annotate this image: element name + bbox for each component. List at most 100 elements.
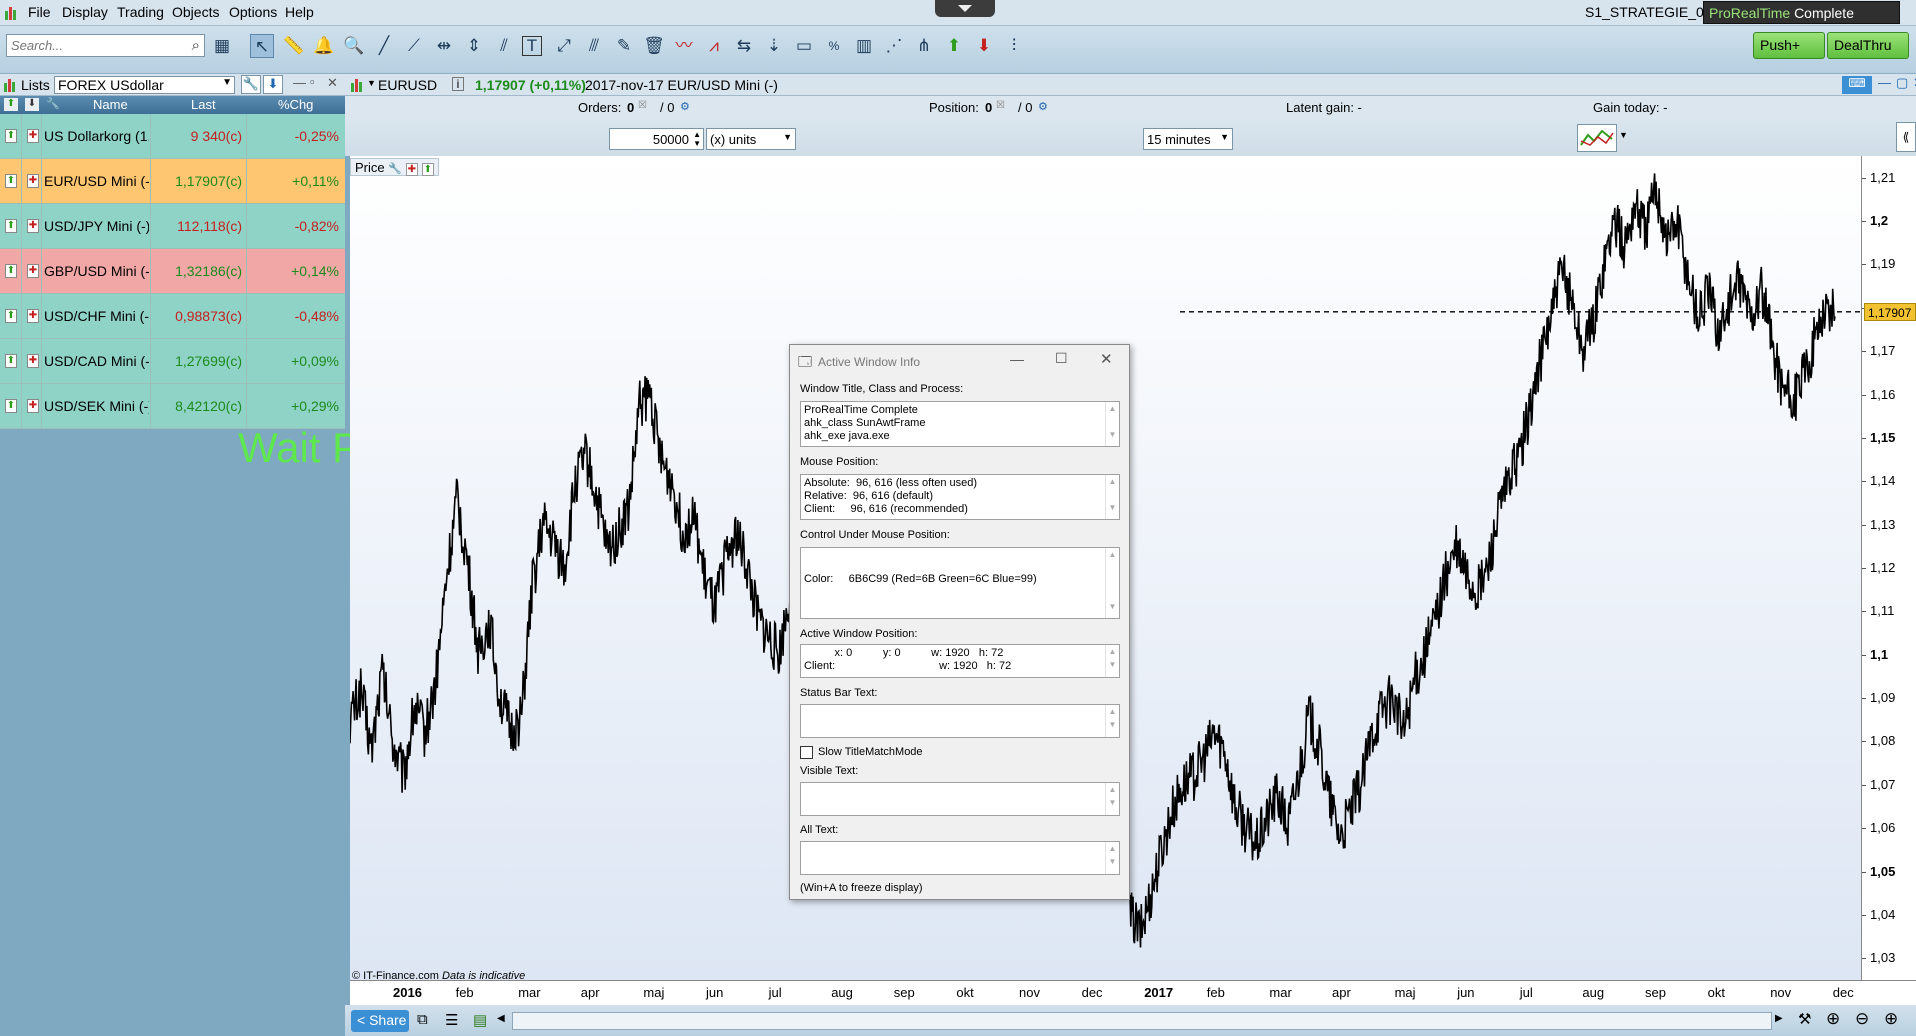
chart-symbol[interactable]: EURUSD [378, 77, 437, 93]
timeframe-select[interactable]: 15 minutes ▼ [1143, 128, 1233, 150]
position-settings-icon[interactable]: ⚙ [1038, 100, 1048, 113]
timeframe-chevron-icon[interactable]: ▼ [1220, 132, 1229, 142]
fork-tool-icon[interactable]: ⋔ [912, 34, 936, 58]
menu-help[interactable]: Help [285, 4, 314, 20]
sell-icon[interactable]: ✚ [27, 264, 39, 278]
sell-icon[interactable]: ✚ [27, 399, 39, 413]
text-tool-icon[interactable]: T [522, 36, 542, 56]
percent-tool-icon[interactable]: % [822, 34, 846, 58]
chart-scrollbar[interactable] [512, 1012, 1772, 1030]
scroll-arrows-icon[interactable]: ▲ ▼ [1105, 783, 1119, 815]
push-button[interactable]: Push+ [1753, 32, 1825, 59]
list-view-icon[interactable]: ☰ [445, 1011, 458, 1029]
trendline-set-icon[interactable]: ⫶ [1002, 34, 1026, 58]
ruler-tool-icon[interactable]: 📏 [282, 34, 306, 58]
buy-icon[interactable]: ⬆ [5, 129, 17, 143]
list-row[interactable]: ⬆ ✚ US Dollarkorg (1... 9 340(c) -0,25% [0, 114, 345, 159]
minimize-icon[interactable]: — [293, 75, 306, 90]
buy-arrow-icon[interactable]: ⬆ [942, 34, 966, 58]
scroll-arrows-icon[interactable]: ▲ ▼ [1105, 705, 1119, 737]
menu-trading[interactable]: Trading [117, 4, 164, 20]
rectangle-tool-icon[interactable]: ▭ [792, 34, 816, 58]
column-chg[interactable]: %Chg [278, 97, 313, 112]
list-row[interactable]: ⬆ ✚ USD/SEK Mini (-) 8,42120(c) +0,29% [0, 384, 345, 429]
sell-icon[interactable]: ✚ [27, 174, 39, 188]
time-axis[interactable]: 2016 feb mar apr maj jun jul aug sep okt nov dec 201… [350, 980, 1916, 1005]
buy-icon[interactable]: ⬆ [5, 309, 17, 323]
regression-tool-icon[interactable]: ⋰ [882, 34, 906, 58]
menu-objects[interactable]: Objects [172, 4, 219, 20]
eraser-tool-icon[interactable]: ✎ [612, 34, 636, 58]
wave-tool-icon[interactable]: ⩘ [702, 34, 726, 58]
list-row[interactable]: ⬆ ✚ USD/CHF Mini (-) 0,98873(c) -0,48% [0, 294, 345, 339]
channel-tool-icon[interactable]: ⫽ [492, 34, 516, 58]
screener-icon[interactable]: ▦ [210, 34, 234, 58]
menu-options[interactable]: Options [229, 4, 277, 20]
sell-icon[interactable]: ✚ [27, 129, 39, 143]
scroll-arrows-icon[interactable]: ▲ ▼ [1105, 548, 1119, 618]
sell-icon[interactable]: ✚ [27, 309, 39, 323]
maximize-chart-icon[interactable]: ▢ [1896, 75, 1908, 91]
chart-type-chevron-icon[interactable]: ▼ [1619, 130, 1628, 140]
buy-icon[interactable]: ⬆ [5, 219, 17, 233]
measure-tool-icon[interactable]: ⇆ [732, 34, 756, 58]
list-row[interactable]: ⬆ ✚ EUR/USD Mini (-) 1,17907(c) +0,11% [0, 159, 345, 204]
zoom-fit-icon[interactable]: ⊕ [1826, 1009, 1840, 1029]
fibonacci-fan-icon[interactable]: ⫻ [582, 34, 606, 58]
units-select[interactable]: (x) units ▼ [706, 128, 796, 150]
zoom-out-icon[interactable]: ⊖ [1855, 1009, 1869, 1029]
mouse-position-textbox[interactable]: Absolute: 96, 616 (less often used) Rela… [800, 474, 1120, 520]
scroll-arrows-icon[interactable]: ▲ ▼ [1105, 842, 1119, 874]
scroll-right-icon[interactable]: ▶ [1775, 1013, 1783, 1024]
buy-icon[interactable]: ⬆ [5, 264, 17, 278]
vertical-line-icon[interactable]: ⇕ [462, 34, 486, 58]
status-bar-textbox[interactable]: ▲ ▼ [800, 704, 1120, 738]
scroll-arrows-icon[interactable]: ▲ ▼ [1105, 402, 1119, 446]
indicator-icon[interactable]: ⧉ [417, 1011, 428, 1028]
list-row[interactable]: ⬆ ✚ USD/JPY Mini (-) 112,118(c) -0,82% [0, 204, 345, 249]
sell-icon[interactable]: ✚ [27, 354, 39, 368]
window-position-textbox[interactable]: x: 0 y: 0 w: 1920 h: 72 Client: w: 1920 … [800, 644, 1120, 678]
visible-text-textbox[interactable]: ▲ ▼ [800, 782, 1120, 816]
scroll-arrows-icon[interactable]: ▲ ▼ [1105, 645, 1119, 677]
scroll-left-icon[interactable]: ◀ [497, 1013, 505, 1024]
keyboard-icon[interactable]: ⌨ [1842, 76, 1872, 94]
units-chevron-icon[interactable]: ▼ [783, 132, 792, 142]
restore-icon[interactable]: ▫ [310, 74, 315, 89]
search-icon[interactable]: ⌕ [192, 37, 200, 54]
dialog-minimize-icon[interactable]: — [1010, 351, 1024, 367]
sell-arrow-icon[interactable]: ⬇ [972, 34, 996, 58]
list-row[interactable]: ⬆ ✚ USD/CAD Mini (-) 1,27699(c) +0,09% [0, 339, 345, 384]
download-arrow-icon[interactable]: ⬇ [263, 75, 283, 94]
buy-icon[interactable]: ⬆ [5, 174, 17, 188]
list-selector[interactable]: FOREX USdollar ▼ [54, 76, 235, 94]
search-input[interactable] [7, 35, 177, 56]
chevron-down-icon[interactable]: ▼ [222, 77, 232, 88]
pattern-tool-icon[interactable]: 〰 [672, 34, 696, 58]
segment-tool-icon[interactable]: ╱ [372, 34, 396, 58]
arrow-tool-icon[interactable]: ⤢ [552, 34, 576, 58]
zoom-in-icon[interactable]: ⊕ [1884, 1009, 1898, 1029]
scroll-arrows-icon[interactable]: ▲ ▼ [1105, 475, 1119, 519]
line-tool-icon[interactable]: ⟋ [402, 34, 426, 58]
column-name[interactable]: Name [93, 97, 128, 112]
minimize-chart-icon[interactable]: — [1878, 75, 1891, 90]
orders-close-icon[interactable]: ☒ [638, 100, 647, 111]
add-down-icon[interactable]: ⬇ [25, 98, 39, 111]
stepper-arrows-icon[interactable]: ▲ ▼ [693, 130, 701, 148]
side-panel-icon[interactable]: ⟪ [1896, 122, 1916, 152]
price-axis[interactable]: 1,211,21,191,181,171,161,151,141,131,121… [1861, 156, 1916, 980]
buy-icon[interactable]: ⬆ [5, 399, 17, 413]
menu-display[interactable]: Display [62, 4, 108, 20]
orders-settings-icon[interactable]: ⚙ [680, 100, 690, 113]
dialog-close-icon[interactable]: ✕ [1100, 350, 1113, 368]
buy-icon[interactable]: ⬆ [5, 354, 17, 368]
list-row[interactable]: ⬆ ✚ GBP/USD Mini (-) 1,32186(c) +0,14% [0, 249, 345, 294]
symbol-dropdown-icon[interactable]: ▼ [367, 78, 376, 88]
gann-tool-icon[interactable]: ▥ [852, 34, 876, 58]
quantity-stepper[interactable]: 50000 ▲ ▼ [609, 128, 704, 150]
sell-icon[interactable]: ✚ [27, 219, 39, 233]
menu-file[interactable]: File [28, 4, 51, 20]
close-icon[interactable]: ✕ [327, 75, 338, 91]
control-under-mouse-textbox[interactable]: Color: 6B6C99 (Red=6B Green=6C Blue=99) … [800, 547, 1120, 619]
